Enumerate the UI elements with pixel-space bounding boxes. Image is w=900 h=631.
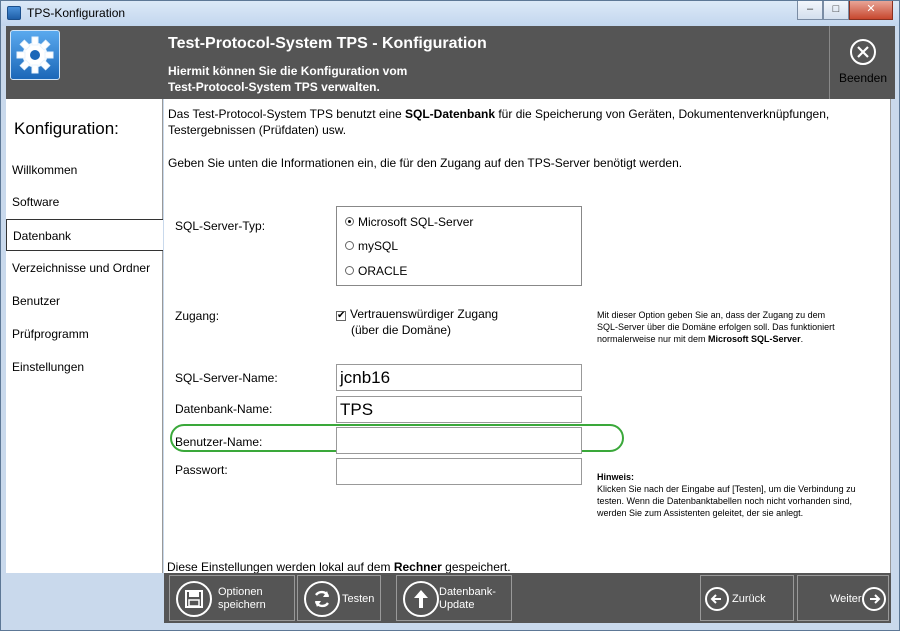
access-label: Zugang: <box>175 309 220 323</box>
local-bold: Rechner <box>393 560 442 574</box>
page-title: Test-Protocol-System TPS - Konfiguration <box>168 35 487 52</box>
user-name-label: Benutzer-Name: <box>175 435 263 449</box>
sidebar-item-software[interactable]: Software <box>6 186 163 218</box>
db-update-line-1: Datenbank- <box>439 586 496 598</box>
radio-selected-icon <box>345 217 354 226</box>
intro-text: Das Test-Protocol-System TPS benutzt ein… <box>168 106 883 138</box>
intro-bold: SQL-Datenbank <box>405 107 496 121</box>
server-name-input[interactable]: jcnb16 <box>336 364 582 391</box>
save-label: Optionen speichern <box>218 586 266 612</box>
back-button[interactable]: Zurück <box>700 575 794 621</box>
quit-button[interactable]: Beenden <box>829 26 895 99</box>
back-label: Zurück <box>732 593 766 605</box>
upload-arrow-icon <box>403 581 439 617</box>
hint-text: Hinweis: Klicken Sie nach der Eingabe au… <box>597 471 887 519</box>
intro-post: für die Speicherung von Geräten, Dokumen… <box>495 107 830 121</box>
gear-icon <box>10 30 60 80</box>
server-type-label: SQL-Server-Typ: <box>175 219 266 233</box>
sidebar-heading: Konfiguration: <box>14 119 119 138</box>
header-banner: Test-Protocol-System TPS - Konfiguration… <box>6 26 895 99</box>
window-title: TPS-Konfiguration <box>27 6 126 20</box>
hint-line-2: testen. Wenn die Datenbanktabellen noch … <box>597 496 853 506</box>
checkmark-icon: ✔ <box>336 310 346 321</box>
window-bottom-border <box>6 623 895 630</box>
user-name-input[interactable] <box>336 427 582 454</box>
server-name-label: SQL-Server-Name: <box>175 371 278 385</box>
hint-title: Hinweis: <box>597 472 635 482</box>
sidebar: Konfiguration: Willkommen Software Daten… <box>6 99 163 573</box>
trusted-line-1: Vertrauenswürdiger Zugang <box>350 307 499 321</box>
arrow-left-icon <box>705 587 729 611</box>
window-controls: – □ ✕ <box>797 1 893 20</box>
radio-mysql-label: mySQL <box>358 239 399 253</box>
db-update-button[interactable]: Datenbank- Update <box>396 575 512 621</box>
radio-mssql[interactable]: Microsoft SQL-Server <box>345 215 473 229</box>
main-content: Das Test-Protocol-System TPS benutzt ein… <box>164 99 891 574</box>
subtitle-line-1: Hiermit können Sie die Konfiguration vom <box>168 64 408 78</box>
app-window: TPS-Konfiguration – □ ✕ Test-Protocol-Sy… <box>0 0 900 631</box>
access-note-pre: normalerweise nur mit dem <box>597 334 709 344</box>
radio-empty-icon <box>345 241 354 250</box>
local-post: gespeichert. <box>441 560 511 574</box>
minimize-button[interactable]: – <box>797 1 823 20</box>
quit-label: Beenden <box>838 71 888 85</box>
access-note: Mit dieser Option geben Sie an, dass der… <box>597 309 887 345</box>
sidebar-item-datenbank[interactable]: Datenbank <box>6 219 163 251</box>
db-name-label: Datenbank-Name: <box>175 402 273 416</box>
title-bar: TPS-Konfiguration – □ ✕ <box>1 1 899 26</box>
refresh-icon <box>304 581 340 617</box>
trusted-access-checkbox[interactable]: ✔ Vertrauenswürdiger Zugang (über die Dom… <box>336 307 498 337</box>
footer-toolbar: Optionen speichern Testen Datenbank- Upd… <box>164 573 891 623</box>
password-input[interactable] <box>336 458 582 485</box>
subtitle-line-2: Test-Protocol-System TPS verwalten. <box>168 80 380 94</box>
radio-empty-icon <box>345 266 354 275</box>
access-note-bold: Microsoft SQL-Server <box>708 334 801 344</box>
access-note-line-1: Mit dieser Option geben Sie an, dass der… <box>597 310 826 320</box>
save-line-1: Optionen <box>218 586 263 598</box>
sidebar-item-pruefprogramm[interactable]: Prüfprogramm <box>6 318 163 350</box>
next-button[interactable]: Weiter <box>797 575 889 621</box>
maximize-button[interactable]: □ <box>823 1 849 20</box>
intro-line-2: Testergebnissen (Prüfdaten) usw. <box>168 123 347 137</box>
intro-pre: Das Test-Protocol-System TPS benutzt ein… <box>168 107 405 121</box>
next-label: Weiter <box>830 593 862 605</box>
db-name-input[interactable]: TPS <box>336 396 582 423</box>
sidebar-item-willkommen[interactable]: Willkommen <box>6 154 163 186</box>
hint-line-1: Klicken Sie nach der Eingabe auf [Testen… <box>597 484 856 494</box>
save-icon <box>176 581 212 617</box>
app-icon <box>7 6 21 20</box>
sidebar-item-einstellungen[interactable]: Einstellungen <box>6 351 163 383</box>
radio-mssql-label: Microsoft SQL-Server <box>358 215 474 229</box>
local-pre: Diese Einstellungen werden lokal auf dem <box>167 560 394 574</box>
test-label: Testen <box>342 593 375 605</box>
save-options-button[interactable]: Optionen speichern <box>169 575 295 621</box>
hint-line-3: werden Sie zum Assistenten geleitet, der… <box>597 508 804 518</box>
arrow-right-icon <box>862 587 886 611</box>
radio-oracle[interactable]: ORACLE <box>345 264 407 278</box>
access-note-line-2: SQL-Server über die Domäne erfolgen soll… <box>597 322 835 332</box>
server-type-group: Microsoft SQL-Server mySQL ORACLE <box>336 206 582 286</box>
page-subtitle: Hiermit können Sie die Konfiguration vom… <box>168 63 498 95</box>
radio-oracle-label: ORACLE <box>358 264 408 278</box>
close-button[interactable]: ✕ <box>849 1 893 20</box>
access-note-line-3: normalerweise nur mit dem Microsoft SQL-… <box>597 333 887 345</box>
save-line-2: speichern <box>218 599 266 611</box>
radio-mysql[interactable]: mySQL <box>345 239 398 253</box>
sidebar-item-benutzer[interactable]: Benutzer <box>6 285 163 317</box>
db-update-line-2: Update <box>439 599 475 611</box>
instruction-text: Geben Sie unten die Informationen ein, d… <box>168 156 683 170</box>
sidebar-item-verzeichnisse[interactable]: Verzeichnisse und Ordner <box>6 252 163 284</box>
test-button[interactable]: Testen <box>297 575 381 621</box>
trusted-line-2: (über die Domäne) <box>351 323 452 337</box>
close-circle-icon <box>850 39 876 65</box>
access-note-post: . <box>800 334 804 344</box>
password-label: Passwort: <box>175 463 228 477</box>
db-update-label: Datenbank- Update <box>439 586 496 612</box>
